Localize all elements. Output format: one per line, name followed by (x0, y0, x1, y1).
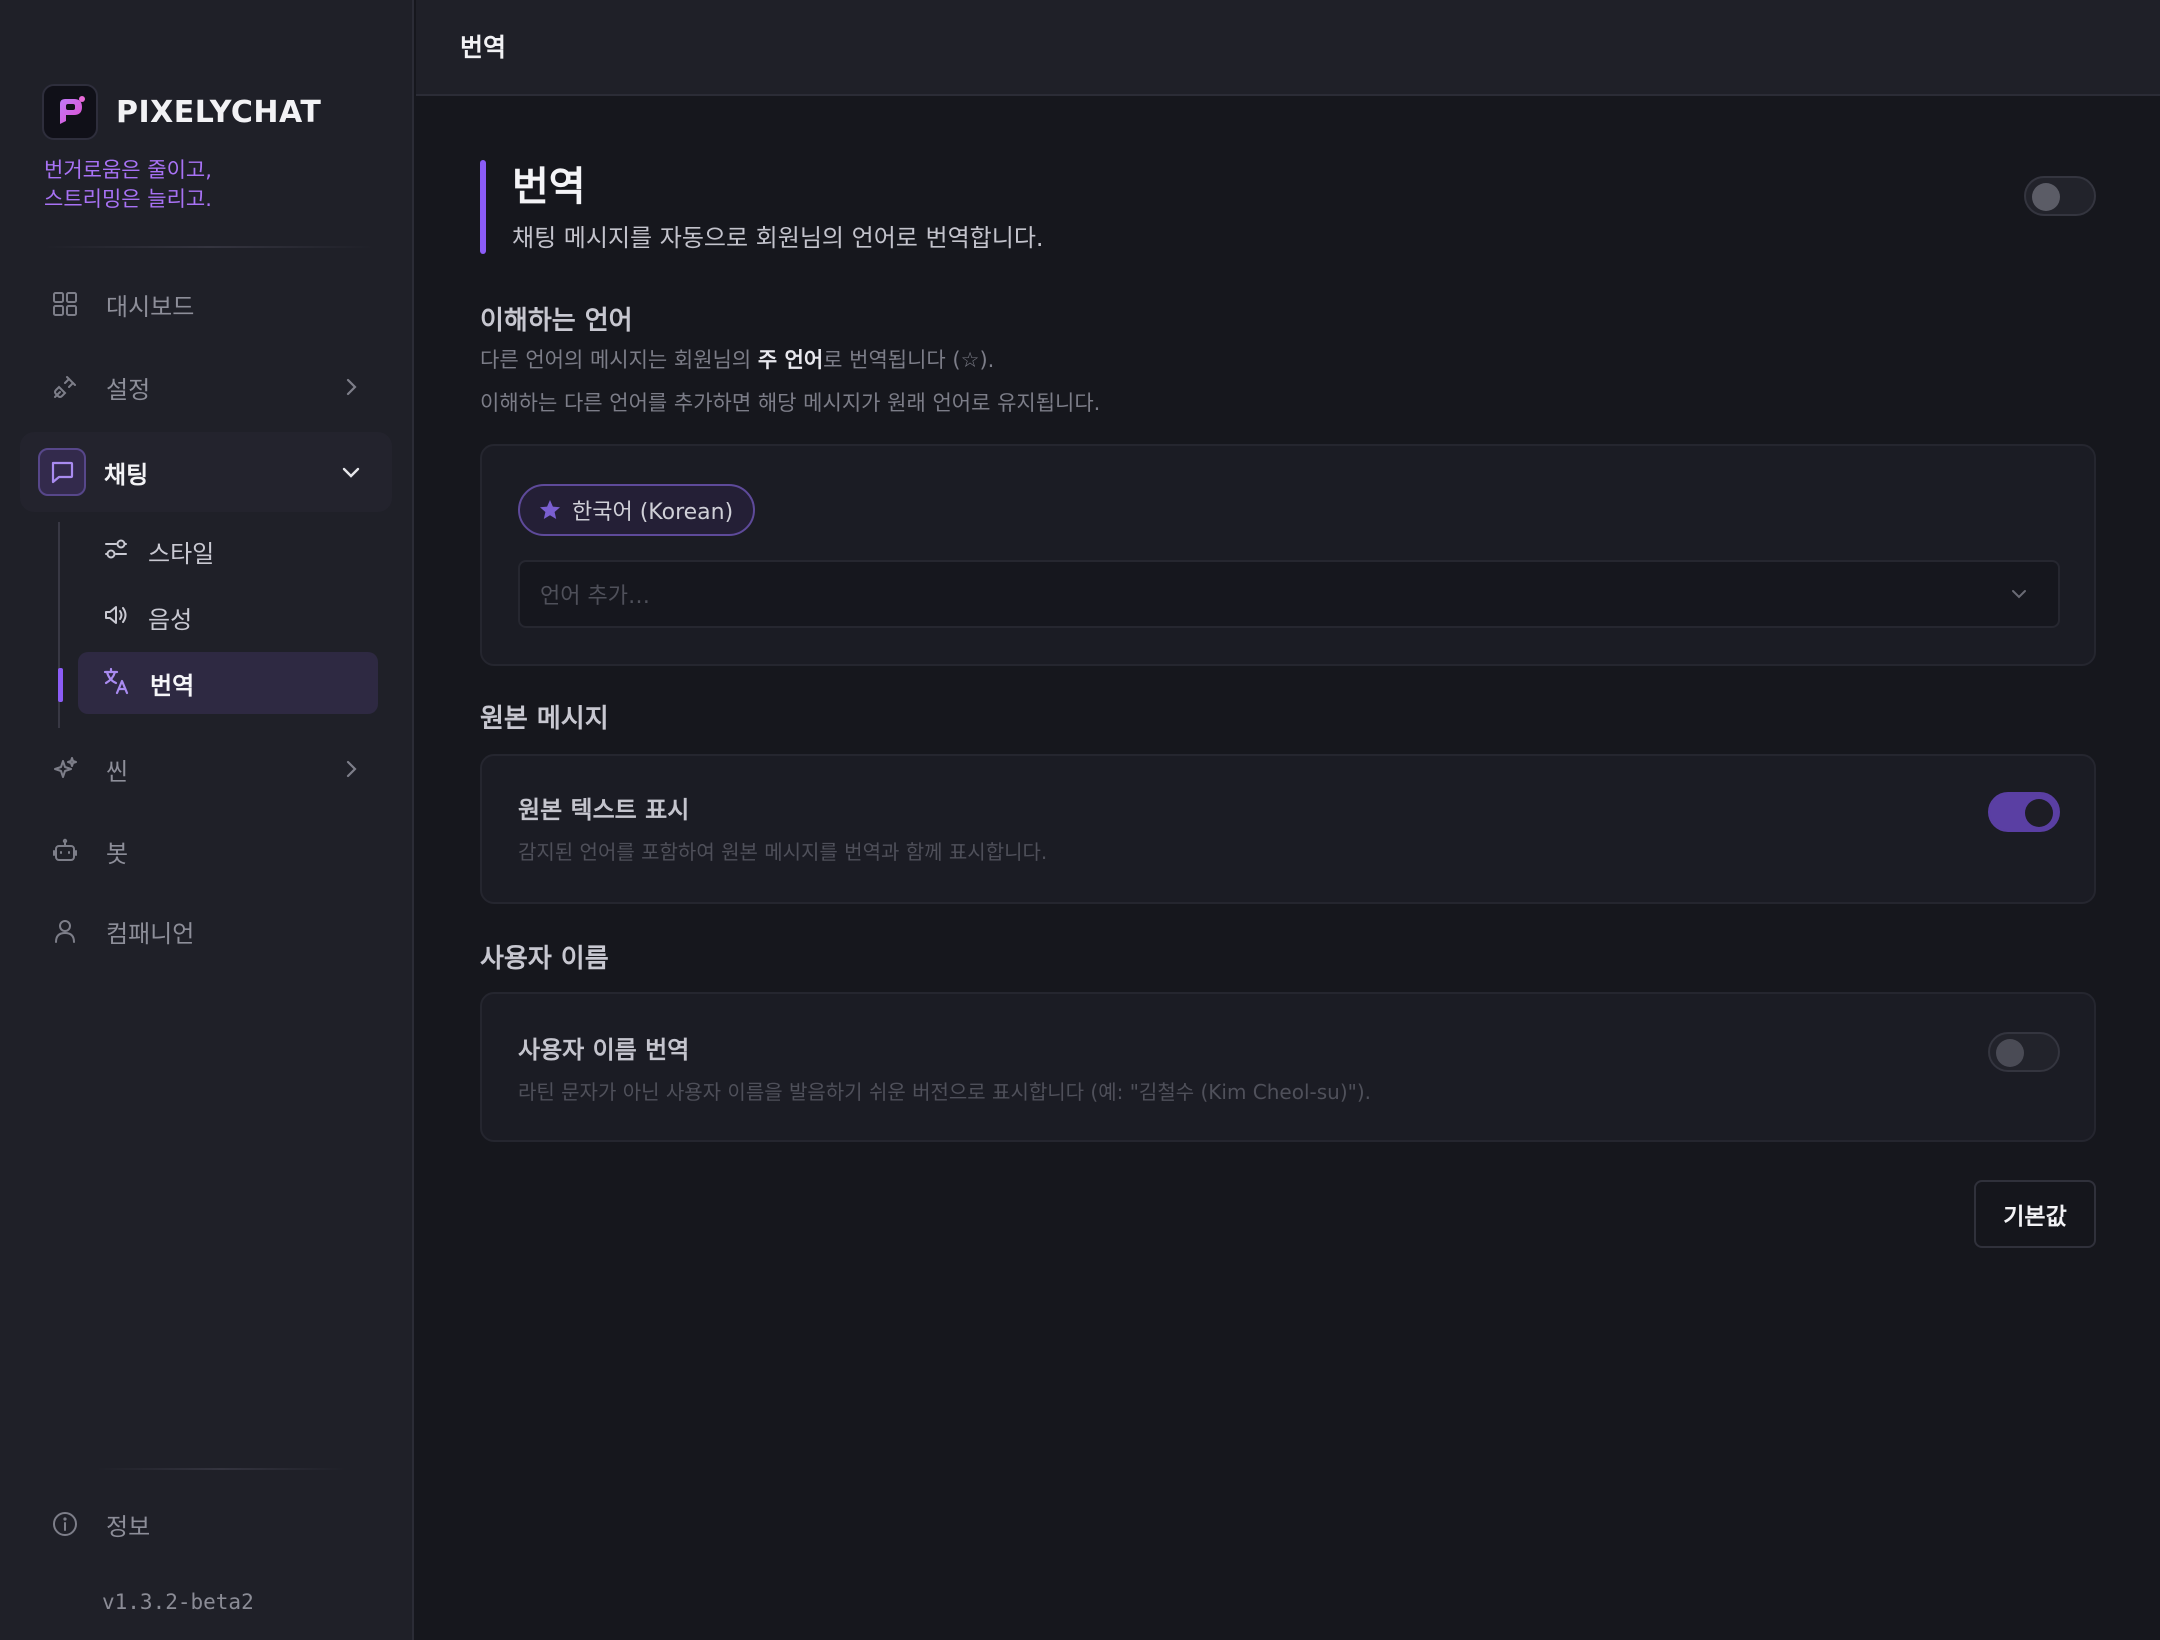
sidebar-divider (96, 1468, 346, 1470)
section-desc-languages-1: 다른 언어의 메시지는 회원님의 주 언어로 번역됩니다 (☆). (480, 344, 994, 374)
sidebar-subitem-label: 스타일 (148, 539, 215, 568)
tagline-line-1: 번거로움은 줄이고, (44, 158, 212, 182)
languages-card: 한국어 (Korean) 언어 추가… (480, 444, 2096, 666)
sidebar-item-label: 대시보드 (106, 292, 195, 321)
sidebar-item-label: 정보 (106, 1512, 151, 1541)
speaker-icon (102, 601, 130, 633)
info-icon (48, 1507, 82, 1541)
sidebar-item-label: 봇 (106, 839, 129, 868)
primary-language-label: 한국어 (Korean) (572, 500, 734, 525)
show-original-desc: 감지된 언어를 포함하여 원본 메시지를 번역과 함께 표시합니다. (518, 840, 1048, 864)
tagline-line-2: 스트리밍은 늘리고. (44, 187, 212, 211)
sliders-icon (102, 535, 130, 567)
translation-enable-toggle[interactable] (2024, 176, 2096, 216)
robot-icon (48, 834, 82, 868)
sidebar-item-label: 채팅 (104, 460, 149, 489)
username-card: 사용자 이름 번역 라틴 문자가 아닌 사용자 이름을 발음하기 쉬운 버전으로… (480, 992, 2096, 1142)
sparkles-icon (48, 752, 82, 786)
toggle-knob (2032, 183, 2060, 211)
chevron-right-icon (346, 378, 357, 396)
section-desc-languages-2: 이해하는 다른 언어를 추가하면 해당 메시지가 원래 언어로 유지됩니다. (480, 391, 1101, 415)
section-title-languages: 이해하는 언어 (480, 306, 633, 336)
add-language-placeholder: 언어 추가… (540, 584, 650, 609)
star-icon (540, 500, 560, 519)
sidebar-item-bots[interactable]: 봇 (20, 811, 392, 891)
sidebar-item-info[interactable]: 정보 (20, 1484, 392, 1564)
chevron-down-icon (2012, 590, 2026, 599)
show-original-toggle[interactable] (1988, 792, 2060, 832)
sidebar-item-label: 씬 (106, 757, 129, 786)
sidebar-item-chat[interactable]: 채팅 (20, 432, 392, 512)
sidebar-item-settings[interactable]: 설정 (20, 347, 392, 427)
add-language-select[interactable]: 언어 추가… (518, 560, 2060, 628)
brand[interactable]: PIXELYCHAT (42, 84, 321, 140)
page-title: 번역 (512, 164, 586, 210)
sidebar: PIXELYCHAT 번거로움은 줄이고, 스트리밍은 늘리고. 대시보드 설정 (0, 0, 414, 1640)
sidebar-divider (44, 246, 374, 248)
sidebar-item-companion[interactable]: 컴패니언 (20, 891, 392, 971)
sidebar-item-dashboard[interactable]: 대시보드 (20, 264, 392, 344)
chat-icon (38, 448, 86, 496)
chevron-right-icon (346, 760, 357, 778)
translate-username-desc: 라틴 문자가 아닌 사용자 이름을 발음하기 쉬운 버전으로 표시합니다 (예:… (518, 1080, 1371, 1104)
chevron-down-icon (342, 467, 360, 478)
user-icon (48, 914, 82, 948)
pixelychat-logo-icon (42, 84, 98, 140)
sidebar-subitem-style[interactable]: 스타일 (78, 520, 378, 582)
plug-icon (48, 370, 82, 404)
sidebar-subitem-label: 번역 (150, 671, 195, 700)
title-accent-bar (480, 160, 486, 254)
sidebar-subitem-translate[interactable]: 번역 (78, 652, 378, 714)
primary-language-chip[interactable]: 한국어 (Korean) (518, 484, 756, 536)
toggle-knob (1996, 1039, 2024, 1067)
translate-username-toggle[interactable] (1988, 1032, 2060, 1072)
tagline: 번거로움은 줄이고, 스트리밍은 늘리고. (44, 156, 212, 214)
desc-emphasis: 주 언어 (757, 348, 824, 372)
toggle-knob (2025, 799, 2053, 827)
translate-username-title: 사용자 이름 번역 (518, 1036, 690, 1064)
original-card: 원본 텍스트 표시 감지된 언어를 포함하여 원본 메시지를 번역과 함께 표시… (480, 754, 2096, 904)
sidebar-subitem-label: 음성 (148, 605, 193, 634)
section-title-original: 원본 메시지 (480, 704, 609, 734)
top-bar: 번역 (416, 0, 2160, 96)
app-name: PIXELYCHAT (116, 94, 322, 130)
app-version: v1.3.2-beta2 (102, 1590, 254, 1614)
desc-text: 로 번역됩니다 (☆). (823, 348, 995, 372)
grid-icon (48, 287, 82, 321)
sidebar-item-scenes[interactable]: 씬 (20, 729, 392, 809)
show-original-title: 원본 텍스트 표시 (518, 796, 690, 824)
sidebar-item-label: 설정 (106, 375, 151, 404)
reset-defaults-button[interactable]: 기본값 (1974, 1180, 2096, 1248)
active-indicator (58, 668, 63, 702)
sidebar-item-label: 컴패니언 (106, 919, 195, 948)
page-subtitle: 채팅 메시지를 자동으로 회원님의 언어로 번역합니다. (512, 224, 1044, 252)
translate-icon (102, 666, 132, 700)
desc-text: 다른 언어의 메시지는 회원님의 (480, 348, 758, 372)
page-breadcrumb-title: 번역 (460, 33, 507, 62)
sidebar-subitem-voice[interactable]: 음성 (78, 586, 378, 648)
section-title-username: 사용자 이름 (480, 944, 609, 974)
